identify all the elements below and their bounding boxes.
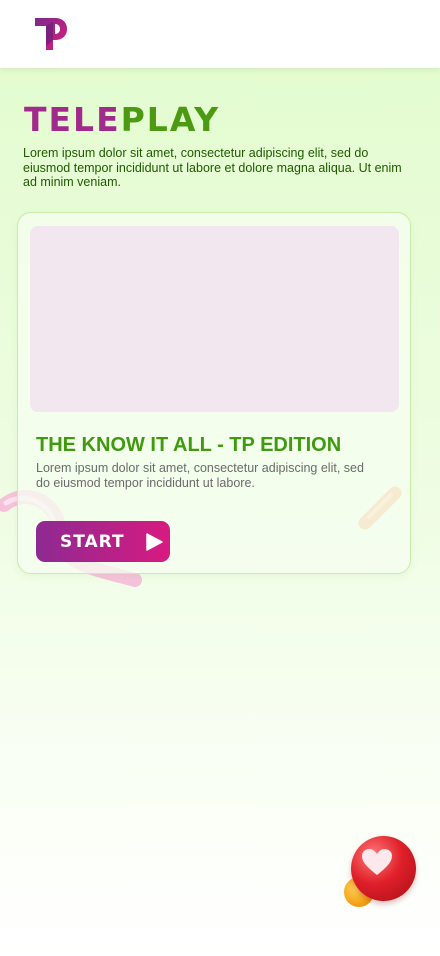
play-icon — [145, 532, 163, 551]
game-card[interactable]: THE KNOW IT ALL - TP EDITION Lorem ipsum… — [17, 212, 411, 574]
brand-title-tele: TELE — [24, 100, 121, 139]
favorite-button[interactable] — [351, 836, 416, 901]
game-description: Lorem ipsum dolor sit amet, consectetur … — [36, 461, 364, 490]
game-thumbnail[interactable] — [30, 226, 399, 412]
brand-title: TELEPLAY — [24, 100, 220, 140]
heart-icon — [362, 849, 392, 875]
start-button[interactable]: START — [36, 521, 170, 562]
brand-title-play: PLAY — [120, 100, 221, 139]
start-button-label: START — [60, 531, 125, 552]
teleplay-logo-icon[interactable] — [33, 16, 69, 52]
intro-text: Lorem ipsum dolor sit amet, consectetur … — [23, 146, 402, 189]
app-header — [0, 0, 440, 68]
game-title: THE KNOW IT ALL - TP EDITION — [36, 434, 342, 456]
